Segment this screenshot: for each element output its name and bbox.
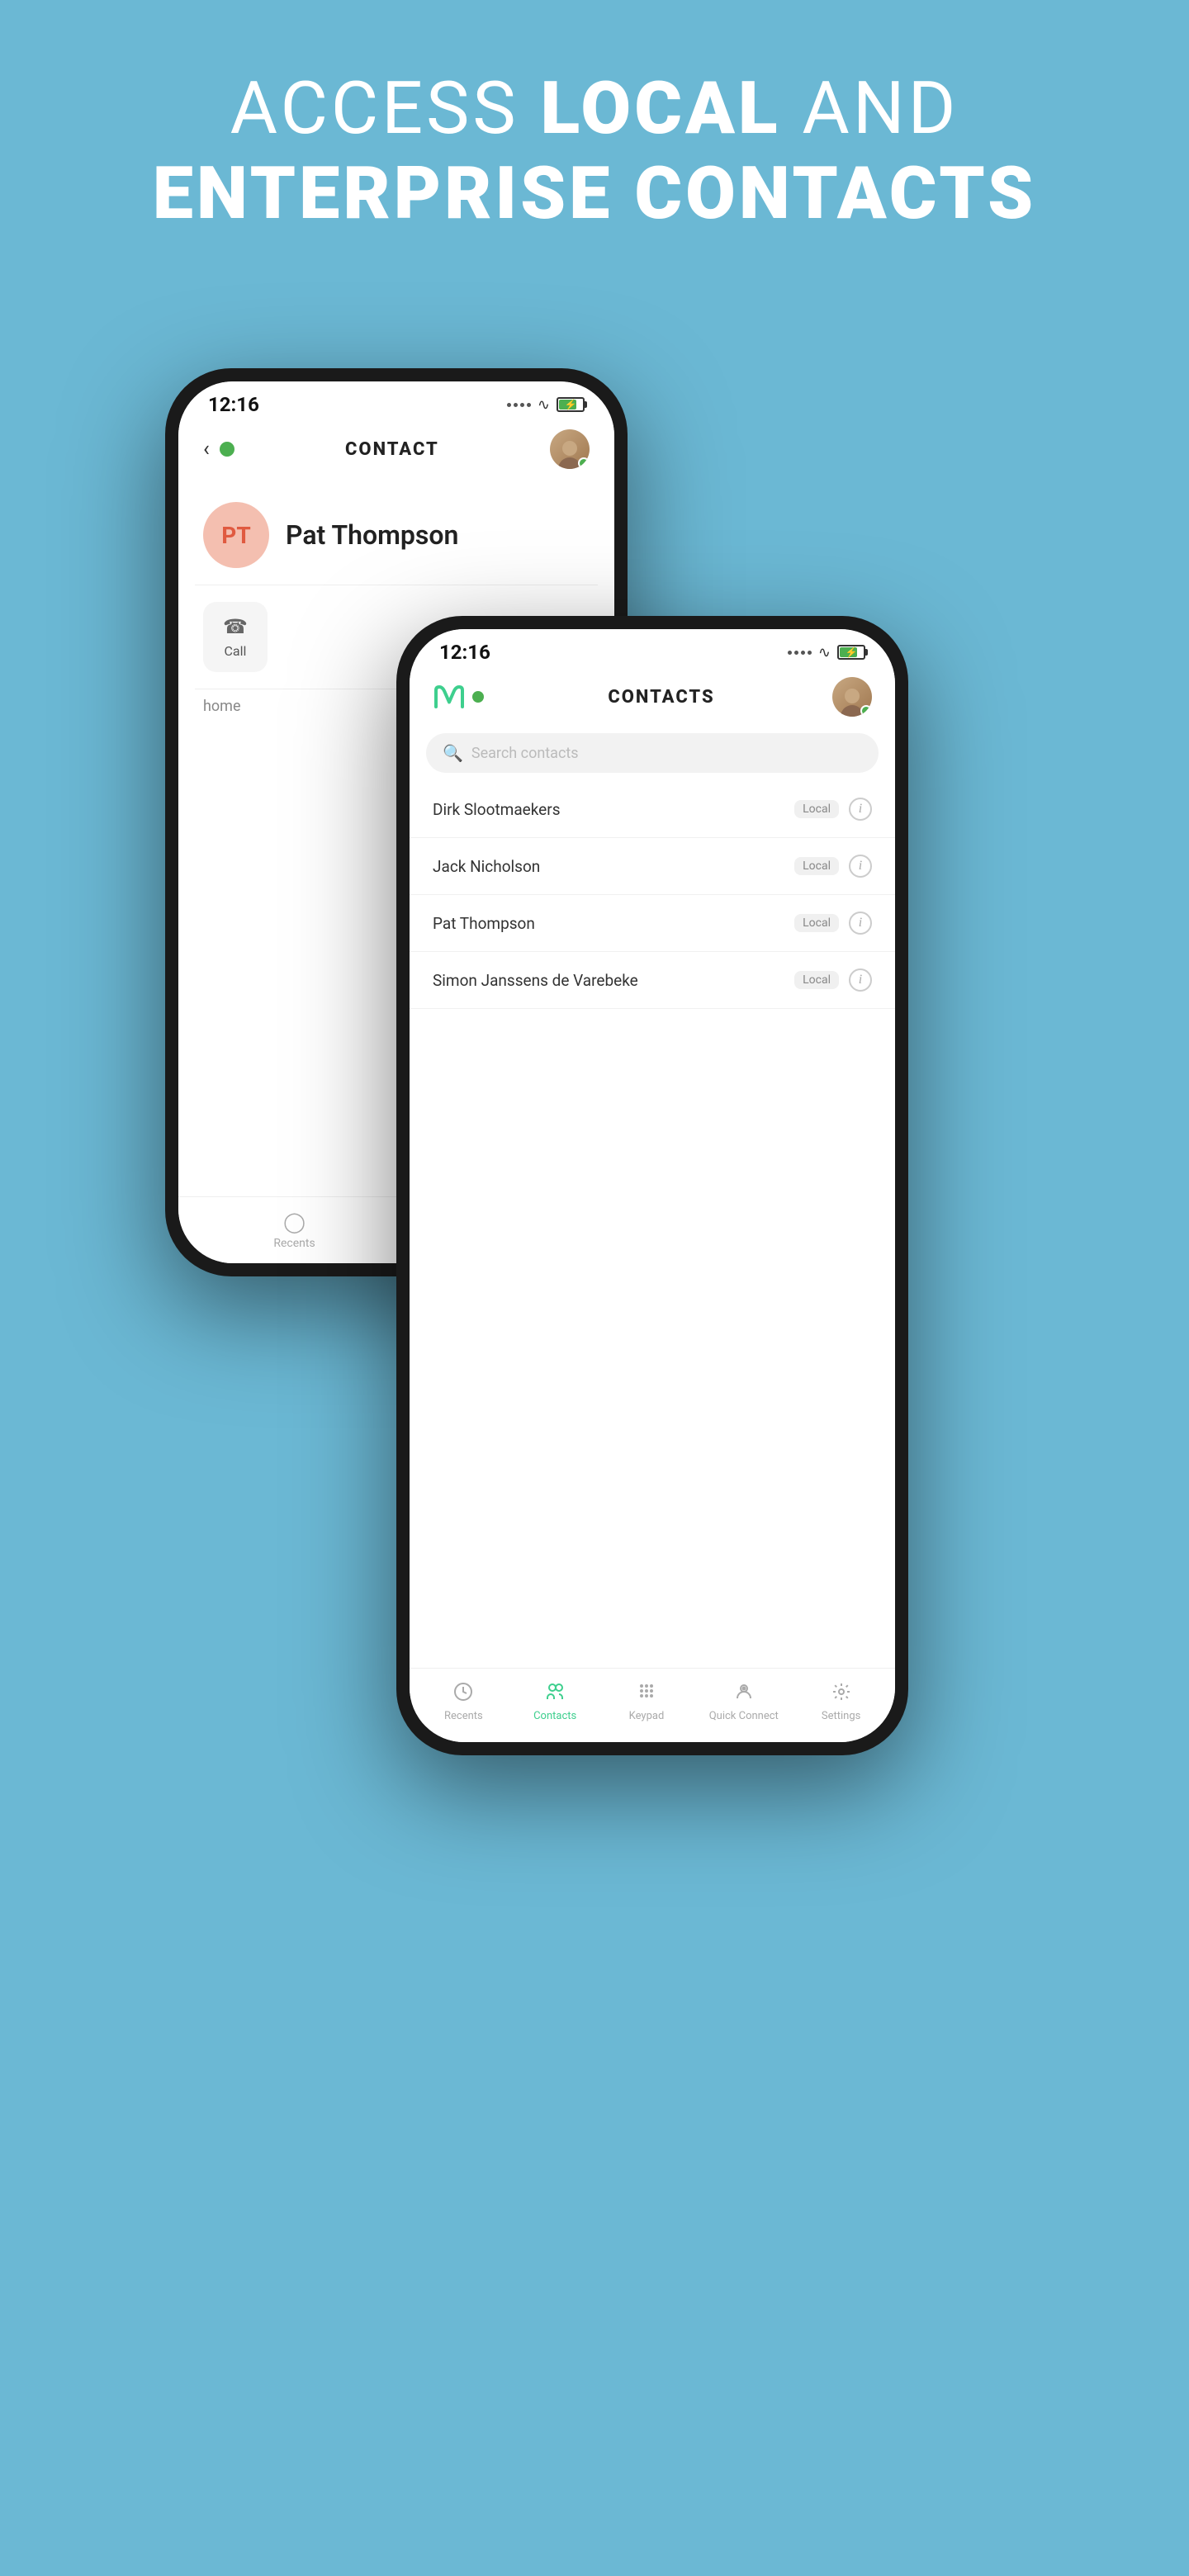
contacts-title: CONTACTS (490, 687, 832, 708)
headline-bold-local: LOCAL (540, 66, 780, 151)
call-button[interactable]: ☎ Call (203, 602, 268, 672)
wifi-icon: ∿ (538, 396, 550, 414)
headline: ACCESS LOCAL AND ENTERPRISE CONTACTS (153, 66, 1036, 236)
bottom-nav-front: Recents Contacts (410, 1668, 895, 1742)
phones-container: 12:16 ∿ ⚡ ‹ CONTACT (140, 302, 1049, 2449)
info-btn-0[interactable]: i (849, 798, 872, 821)
contact-row-3[interactable]: Simon Janssens de Varebeke Local i (410, 952, 895, 1009)
recents-label: Recents (273, 1237, 315, 1250)
front-header: CONTACTS (410, 669, 895, 725)
mc-logo (433, 684, 472, 710)
info-btn-2[interactable]: i (849, 912, 872, 935)
contact-row-0[interactable]: Dirk Slootmaekers Local i (410, 781, 895, 838)
keypad-label: Keypad (629, 1710, 665, 1722)
contact-name-2: Pat Thompson (433, 914, 794, 933)
contact-info: PT Pat Thompson (178, 477, 614, 585)
phone-front: 12:16 ∿ ⚡ CON (396, 616, 908, 1755)
contacts-list: Dirk Slootmaekers Local i Jack Nicholson… (410, 781, 895, 1668)
contact-row-2[interactable]: Pat Thompson Local i (410, 895, 895, 952)
settings-label: Settings (822, 1710, 860, 1722)
status-bar-back: 12:16 ∿ ⚡ (178, 381, 614, 421)
contact-tag-1: Local (794, 857, 839, 875)
recents-icon: ◯ (283, 1210, 306, 1234)
recents-label-front: Recents (444, 1710, 483, 1722)
settings-icon (831, 1682, 851, 1707)
search-placeholder: Search contacts (471, 745, 579, 762)
avatar-online-dot-front (860, 705, 872, 717)
info-btn-1[interactable]: i (849, 855, 872, 878)
contact-tag-0: Local (794, 800, 839, 818)
nav-settings-front[interactable]: Settings (812, 1682, 870, 1722)
headline-line1: ACCESS LOCAL AND (153, 66, 1036, 151)
screen-front: 12:16 ∿ ⚡ CON (410, 629, 895, 1742)
contacts-label-front: Contacts (533, 1710, 576, 1722)
contact-name-3: Simon Janssens de Varebeke (433, 971, 794, 990)
search-bar[interactable]: 🔍 Search contacts (426, 733, 879, 773)
wifi-icon-front: ∿ (818, 644, 831, 661)
contact-name-1: Jack Nicholson (433, 857, 794, 876)
signal-dots (507, 403, 531, 407)
avatar-header-front (832, 677, 872, 717)
recents-icon-front (453, 1682, 473, 1707)
avatar-initials: PT (221, 522, 250, 549)
nav-recents-front[interactable]: Recents (434, 1682, 492, 1722)
status-time-front: 12:16 (439, 641, 490, 664)
call-label: Call (225, 643, 247, 659)
contact-tag-3: Local (794, 971, 839, 989)
quickconnect-label: Quick Connect (709, 1710, 779, 1722)
info-btn-3[interactable]: i (849, 968, 872, 992)
battery-icon-front: ⚡ (837, 645, 865, 660)
contact-tag-2: Local (794, 914, 839, 932)
nav-contacts-front[interactable]: Contacts (526, 1682, 584, 1722)
nav-recents-back[interactable]: ◯ Recents (273, 1210, 315, 1250)
contact-name-0: Dirk Slootmaekers (433, 800, 794, 819)
signal-dots-front (788, 651, 812, 655)
contact-title: CONTACT (234, 439, 550, 460)
back-header: ‹ CONTACT (178, 421, 614, 477)
search-icon: 🔍 (443, 743, 463, 763)
headline-line2: ENTERPRISE CONTACTS (153, 151, 1036, 236)
battery-icon: ⚡ (557, 397, 585, 412)
keypad-icon (637, 1682, 656, 1707)
avatar-large: PT (203, 502, 269, 568)
avatar-header (550, 429, 590, 469)
avatar-online-dot (578, 457, 590, 469)
presence-dot-back (220, 442, 234, 457)
status-time-back: 12:16 (208, 393, 259, 416)
nav-quickconnect-front[interactable]: Quick Connect (709, 1682, 779, 1722)
status-bar-front: 12:16 ∿ ⚡ (410, 629, 895, 669)
status-icons-back: ∿ ⚡ (507, 396, 585, 414)
contact-row-1[interactable]: Jack Nicholson Local i (410, 838, 895, 895)
contact-name: Pat Thompson (286, 519, 458, 551)
phone-icon: ☎ (223, 615, 248, 638)
nav-keypad-front[interactable]: Keypad (618, 1682, 675, 1722)
presence-dot-front (472, 691, 484, 703)
back-button[interactable]: ‹ (203, 437, 210, 462)
status-icons-front: ∿ ⚡ (788, 644, 865, 661)
contacts-icon-front (545, 1682, 565, 1707)
quickconnect-icon (734, 1682, 754, 1707)
